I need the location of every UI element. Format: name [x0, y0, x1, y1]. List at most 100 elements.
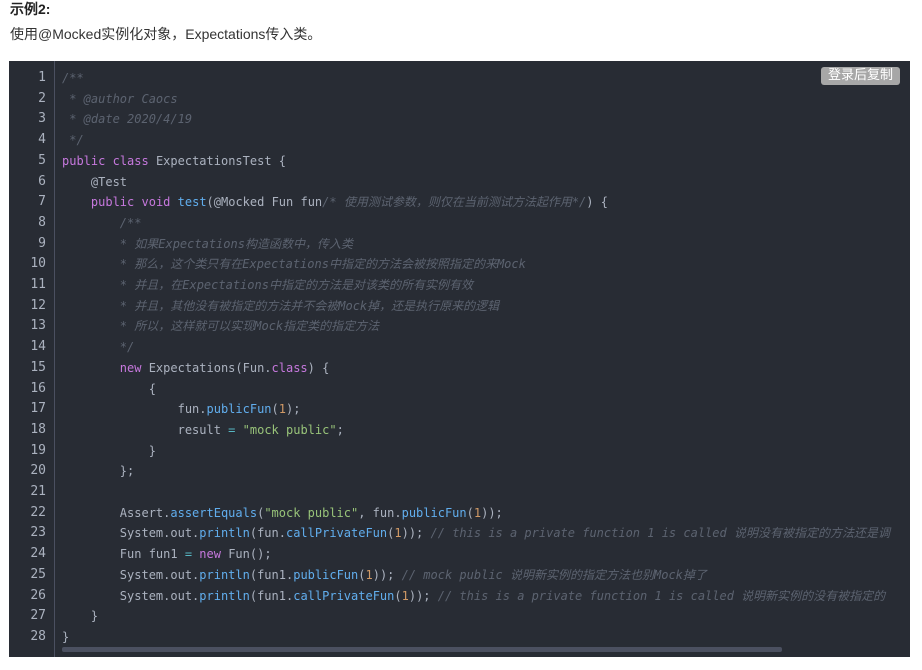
line-number: 26: [30, 587, 46, 603]
code-token: * 所以，这样就可以实现Mock指定类的指定方法: [62, 319, 380, 334]
code-token: (: [271, 402, 279, 417]
code-token: /* 使用测试参数，则仅在当前测试方法起作用*/: [322, 195, 587, 210]
line-number: 24: [30, 546, 46, 562]
code-line: Fun fun1 = new Fun();: [62, 544, 272, 565]
code-token: publicFun: [401, 505, 467, 520]
code-line: }: [62, 441, 156, 462]
code-line: * 所以，这样就可以实现Mock指定类的指定方法: [62, 316, 379, 337]
code-line: public class ExpectationsTest {: [62, 151, 286, 172]
code-token: new: [199, 547, 221, 562]
code-token: 1: [401, 588, 409, 603]
code-token: new: [119, 360, 142, 375]
code-token: callPrivateFun: [293, 588, 395, 603]
code-line: }: [62, 606, 98, 627]
line-number: 13: [30, 318, 46, 334]
code-line: * 并且，其他没有被指定的方法并不会被Mock掉，还是执行原来的逻辑: [62, 296, 499, 317]
code-token: =: [184, 547, 193, 562]
code-token: 1: [278, 402, 286, 417]
line-number-gutter: 1 2 3 4 5 6 7 8 9 10 11 12 13 14 15 16 17 18 19 20 21 22 23 24 2…: [9, 61, 55, 657]
line-number: 8: [38, 214, 46, 230]
code-token: test: [177, 195, 207, 210]
line-number: 1: [38, 70, 46, 85]
line-number: 23: [30, 525, 46, 541]
line-number: 4: [38, 132, 46, 148]
code-token: ));: [401, 526, 431, 541]
code-token: (fun1.: [249, 588, 294, 603]
code-token: ;: [336, 422, 344, 437]
code-token: , fun.: [358, 505, 402, 520]
code-line: * @date 2020/4/19: [62, 109, 192, 130]
code-line: result = "mock public";: [62, 420, 344, 441]
code-token: */: [62, 340, 135, 355]
code-token: * 并且，其他没有被指定的方法并不会被Mock掉，还是执行原来的逻辑: [62, 298, 500, 313]
code-token: System.out.: [62, 567, 200, 582]
code-token: /**: [62, 215, 142, 230]
copy-code-button[interactable]: 登录后复制: [820, 67, 900, 85]
code-token: void: [141, 195, 171, 210]
code-line: {: [62, 379, 156, 400]
code-line: * 如果Expectations构造函数中，传入类: [62, 234, 353, 255]
code-token: // this is a private function 1 is calle…: [437, 588, 886, 603]
code-token: ));: [408, 588, 438, 603]
code-token: System.out.: [62, 526, 200, 541]
code-line: new Expectations(Fun.class) {: [62, 358, 330, 379]
code-token: 1: [365, 567, 373, 582]
code-line: * @author Caocs: [62, 89, 177, 110]
code-line: * 并且，在Expectations中指定的方法是对该类的所有实例有效: [62, 275, 473, 296]
code-token: callPrivateFun: [285, 526, 388, 541]
code-token: fun.: [62, 402, 207, 417]
line-number: 10: [30, 256, 46, 272]
line-number: 16: [30, 380, 46, 396]
horizontal-scrollbar[interactable]: [62, 647, 782, 652]
code-line: fun.publicFun(1);: [62, 399, 301, 420]
line-number: 6: [38, 173, 46, 189]
code-token: @Test: [62, 174, 128, 189]
code-token: 1: [394, 526, 402, 541]
section-heading: 示例2:: [10, 1, 51, 17]
code-line: /**: [62, 213, 142, 234]
line-number: 20: [30, 463, 46, 479]
line-number: 27: [30, 608, 46, 624]
code-token: 1: [473, 505, 482, 520]
line-number: 3: [38, 111, 46, 127]
line-number: 25: [30, 566, 46, 582]
code-token: class: [112, 153, 149, 168]
code-token: publicFun: [293, 567, 359, 582]
code-token: * 并且，在Expectations中指定的方法是对该类的所有实例有效: [62, 278, 473, 292]
line-number: 15: [30, 359, 46, 375]
line-number: 22: [30, 504, 46, 520]
code-line: */: [62, 130, 84, 151]
line-number: 17: [30, 401, 46, 417]
code-token: ExpectationsTest {: [148, 153, 286, 168]
code-token: * @date 2020/4/19: [62, 112, 193, 127]
code-token: * 那么，这个类只有在Expectations中指定的方法会被按照指定的来Moc…: [62, 257, 526, 272]
code-token: }: [62, 443, 156, 458]
code-token: * 如果Expectations构造函数中，传入类: [62, 236, 353, 251]
code-token: ));: [481, 505, 503, 520]
code-token: "mock public": [264, 505, 359, 520]
code-line: /**: [62, 68, 84, 89]
line-number: 5: [38, 152, 46, 168]
code-token: }: [62, 609, 99, 624]
code-token: ) {: [586, 195, 608, 210]
code-token: publicFun: [206, 402, 272, 417]
code-token: // this is a private function 1 is calle…: [430, 526, 890, 541]
code-token: */: [62, 133, 84, 148]
code-token: result: [62, 422, 229, 437]
code-block: 1 2 3 4 5 6 7 8 9 10 11 12 13 14 15 16 17 18 19 20 21 22 23 24 2…: [9, 61, 910, 657]
code-token: /**: [62, 71, 84, 85]
code-token: public: [62, 153, 106, 168]
code-line: System.out.println(fun1.publicFun(1)); /…: [62, 565, 707, 586]
code-token: println: [199, 588, 250, 603]
code-token: public: [90, 195, 135, 210]
code-token: (@Mocked Fun fun: [206, 195, 323, 210]
line-number: 18: [30, 421, 46, 437]
code-line: * 那么，这个类只有在Expectations中指定的方法会被按照指定的来Moc…: [62, 254, 526, 275]
line-number: 14: [30, 339, 46, 355]
